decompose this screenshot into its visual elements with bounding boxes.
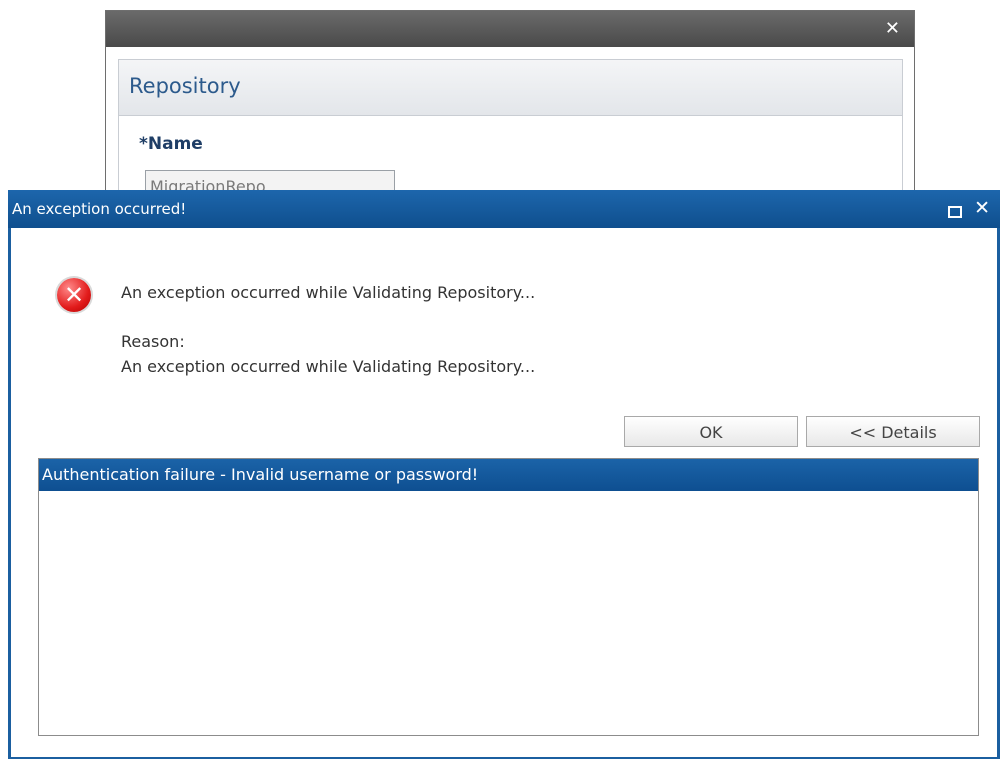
maximize-icon[interactable]	[948, 206, 962, 218]
reason-text: An exception occurred while Validating R…	[121, 357, 536, 376]
exception-dialog: An exception occurred! ✕ ✕ An exception …	[8, 190, 1000, 759]
exception-dialog-titlebar[interactable]: An exception occurred! ✕	[8, 190, 1000, 228]
close-icon[interactable]: ✕	[885, 19, 900, 39]
repository-dialog-titlebar: ✕	[106, 11, 914, 47]
name-label: *Name	[139, 134, 203, 154]
ok-button[interactable]: OK	[624, 416, 798, 447]
list-item[interactable]: Authentication failure - Invalid usernam…	[39, 459, 978, 491]
repository-dialog: ✕ Repository *Name MigrationRepo	[105, 10, 915, 221]
reason-label: Reason:	[121, 332, 185, 351]
exception-dialog-title: An exception occurred!	[12, 200, 187, 218]
details-list[interactable]: Authentication failure - Invalid usernam…	[38, 458, 979, 736]
exception-message: An exception occurred while Validating R…	[121, 283, 536, 302]
repository-header: Repository	[119, 60, 902, 116]
error-icon: ✕	[57, 278, 91, 312]
repository-title: Repository	[129, 74, 241, 98]
details-button[interactable]: << Details	[806, 416, 980, 447]
close-icon[interactable]: ✕	[974, 197, 990, 219]
